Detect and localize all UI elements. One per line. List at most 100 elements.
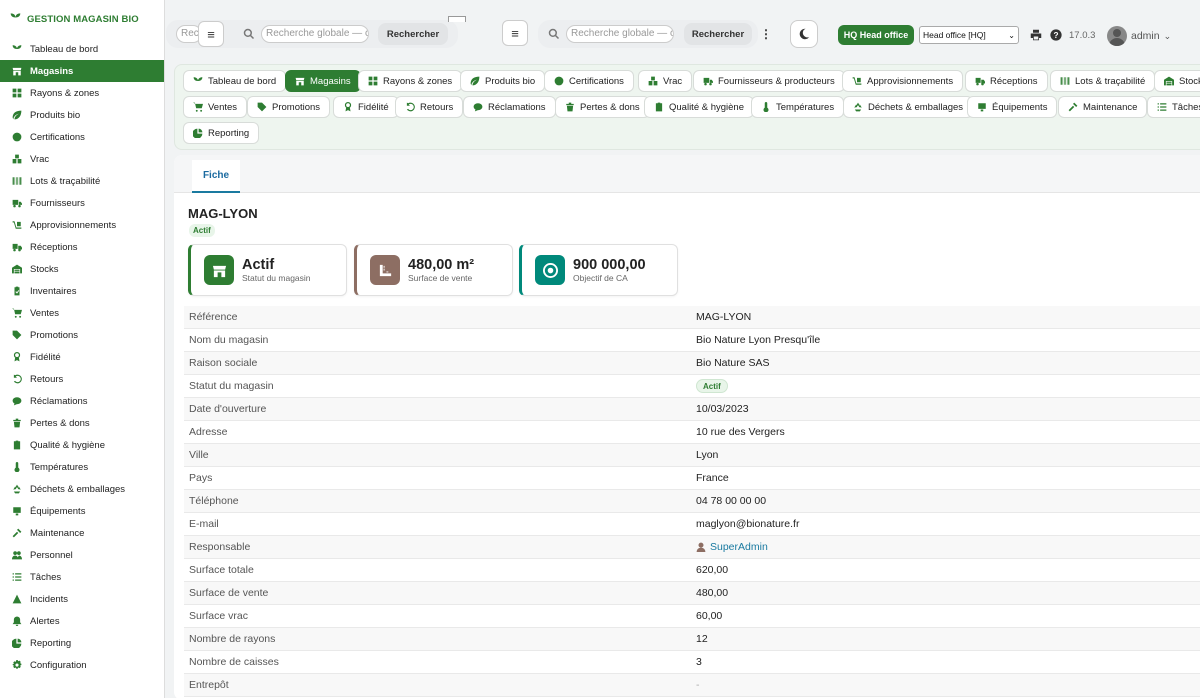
sidebar-item-award[interactable]: Fidélité [0, 346, 164, 368]
grid-icon [368, 76, 378, 86]
sidebar-item-bell[interactable]: Alertes [0, 610, 164, 632]
help-icon[interactable]: ? [1049, 28, 1063, 42]
more-vertical-icon[interactable]: ⋮ [760, 25, 772, 43]
sidebar-item-users[interactable]: Personnel [0, 544, 164, 566]
sidebar-item-recycle[interactable]: Déchets & emballages [0, 478, 164, 500]
tab-truck-loading[interactable]: Réceptions [965, 70, 1048, 92]
app-version: 17.0.3 [1069, 30, 1096, 41]
field-value: 480,00 [696, 587, 729, 599]
sidebar-item-boxes[interactable]: Vrac [0, 148, 164, 170]
field-value: 60,00 [696, 610, 723, 622]
field-label: Entrepôt [189, 679, 229, 691]
sidebar-item-cart[interactable]: Ventes [0, 302, 164, 324]
search-button[interactable]: Rechercher [378, 23, 448, 45]
sidebar-item-grid[interactable]: Rayons & zones [0, 82, 164, 104]
sidebar-item-comment[interactable]: Réclamations [0, 390, 164, 412]
sidebar-item-badge[interactable]: Certifications [0, 126, 164, 148]
ruler-icon [370, 255, 400, 285]
tab-store[interactable]: Magasins [285, 70, 361, 92]
sidebar-item-tools[interactable]: Maintenance [0, 522, 164, 544]
chevron-down-icon: ⌄ [1163, 30, 1172, 41]
sidebar-item-leaf[interactable]: Produits bio [0, 104, 164, 126]
tab-award[interactable]: Fidélité [333, 96, 399, 118]
sidebar-item-label: Certifications [30, 131, 85, 143]
status-badge: Actif [189, 224, 215, 237]
field-value-cell: 10 rue des Vergers [696, 426, 785, 438]
tab-cart[interactable]: Ventes [183, 96, 248, 118]
field-label: Nombre de rayons [189, 633, 276, 645]
tab-boxes[interactable]: Vrac [638, 70, 693, 92]
tab-seedling[interactable]: Tableau de bord [183, 70, 287, 92]
tab-leaf[interactable]: Produits bio [460, 70, 546, 92]
module-tabs: Tableau de bord Magasins Rayons & zones Pro… [174, 64, 1200, 150]
tab-truck[interactable]: Fournisseurs & producteurs [693, 70, 845, 92]
sidebar-item-undo[interactable]: Retours [0, 368, 164, 390]
search-input[interactable]: Recherche globale — c [566, 25, 674, 43]
tab-comment[interactable]: Réclamations [463, 96, 556, 118]
tab-badge[interactable]: Certifications [544, 70, 634, 92]
sidebar-item-label: Personnel [30, 549, 73, 561]
menu-toggle-button[interactable]: ≡ [198, 21, 224, 47]
print-icon[interactable] [1029, 28, 1043, 42]
theme-toggle-button[interactable] [790, 20, 818, 48]
sidebar-item-thermometer[interactable]: Températures [0, 456, 164, 478]
field-label: E-mail [189, 518, 219, 530]
sidebar-item-store[interactable]: Magasins [0, 60, 164, 82]
tab-barcode[interactable]: Lots & traçabilité [1050, 70, 1156, 92]
tab-label: Qualité & hygiène [669, 101, 744, 113]
field-value-cell: 60,00 [696, 610, 722, 622]
sidebar-item-truck[interactable]: Fournisseurs [0, 192, 164, 214]
tab-tools[interactable]: Maintenance [1058, 96, 1148, 118]
tab-dolly[interactable]: Approvisionnements [842, 70, 964, 92]
dolly-icon [12, 220, 22, 230]
tab-trash[interactable]: Pertes & dons [555, 96, 650, 118]
tab-warehouse[interactable]: Stocks [1154, 70, 1200, 92]
tab-tags[interactable]: Promotions [247, 96, 331, 118]
sidebar-item-chart-pie[interactable]: Reporting [0, 632, 164, 654]
sidebar-item-truck-loading[interactable]: Réceptions [0, 236, 164, 258]
truck-loading-icon [975, 77, 985, 86]
tab-recycle[interactable]: Déchets & emballages [843, 96, 974, 118]
truck-loading-icon [12, 242, 22, 252]
sidebar-item-label: Magasins [30, 65, 74, 77]
app-brand[interactable]: GESTION MAGASIN BIO [0, 0, 164, 38]
tab-fiche[interactable]: Fiche [192, 160, 240, 193]
field-value: maglyon@bionature.fr [696, 518, 800, 530]
sidebar-item-dolly[interactable]: Approvisionnements [0, 214, 164, 236]
sidebar-item-seedling[interactable]: Tableau de bord [0, 38, 164, 60]
sidebar-item-label: Températures [30, 461, 89, 473]
sidebar-item-trash[interactable]: Pertes & dons [0, 412, 164, 434]
sidebar-item-warning[interactable]: Incidents [0, 588, 164, 610]
office-select[interactable]: Head office [HQ] ⌄ [919, 26, 1019, 44]
sidebar-item-tags[interactable]: Promotions [0, 324, 164, 346]
resize-handle[interactable] [448, 16, 466, 22]
tab-chart-pie[interactable]: Reporting [183, 122, 260, 144]
hq-badge[interactable]: HQ Head office [838, 25, 914, 45]
sidebar-item-warehouse[interactable]: Stocks [0, 258, 164, 280]
tab-grid[interactable]: Rayons & zones [358, 70, 463, 92]
tab-thermometer[interactable]: Températures [751, 96, 845, 118]
user-menu[interactable]: admin ⌄ [1107, 26, 1171, 46]
sidebar-item-equipment[interactable]: Équipements [0, 500, 164, 522]
responsable-link[interactable]: SuperAdmin [710, 541, 768, 553]
barcode-icon [1060, 77, 1070, 85]
tab-clipboard[interactable]: Qualité & hygiène [644, 96, 754, 118]
menu-toggle-button[interactable]: ≡ [502, 20, 528, 46]
sidebar-item-list[interactable]: Tâches [0, 566, 164, 588]
tab-list[interactable]: Tâches [1147, 96, 1200, 118]
table-row: Raison sociale Bio Nature SAS [184, 352, 1200, 375]
table-row: Surface totale 620,00 [184, 559, 1200, 582]
boxes-icon [12, 154, 22, 164]
tab-equipment[interactable]: Équipements [967, 96, 1058, 118]
tab-undo[interactable]: Retours [395, 96, 464, 118]
tab-label: Reporting [208, 127, 250, 139]
sidebar-item-clipboard[interactable]: Qualité & hygiène [0, 434, 164, 456]
sidebar-item-barcode[interactable]: Lots & traçabilité [0, 170, 164, 192]
table-row: Adresse 10 rue des Vergers [184, 421, 1200, 444]
search-button[interactable]: Rechercher [684, 23, 752, 45]
sidebar-item-clipboard-check[interactable]: Inventaires [0, 280, 164, 302]
field-value-cell: - [696, 679, 700, 691]
sidebar-item-cog[interactable]: Configuration [0, 654, 164, 676]
moon-icon [799, 28, 810, 40]
search-input[interactable]: Recherche globale — c [261, 25, 369, 43]
